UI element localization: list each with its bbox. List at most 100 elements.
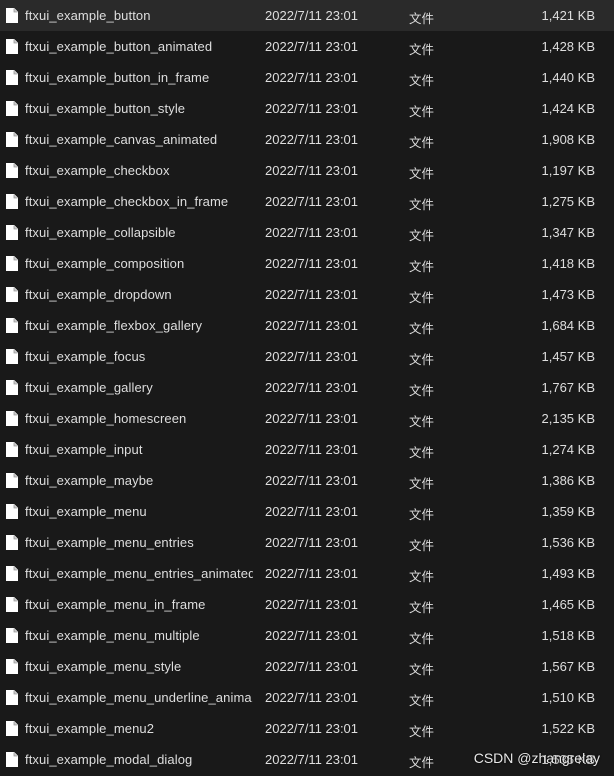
file-icon [6, 8, 18, 23]
file-icon [6, 659, 18, 674]
file-date: 2022/7/11 23:01 [265, 287, 359, 302]
file-name: ftxui_example_dropdown [25, 287, 172, 302]
file-row[interactable]: ftxui_example_button 2022/7/11 23:01 文件 1,4… [0, 0, 614, 31]
file-size: 1,440 KB [541, 70, 596, 85]
file-size: 2,135 KB [541, 411, 596, 426]
file-date: 2022/7/11 23:01 [265, 225, 359, 240]
file-type: 文件 [409, 569, 435, 584]
file-icon [6, 690, 18, 705]
file-size: 1,421 KB [541, 8, 596, 23]
file-name: ftxui_example_input [25, 442, 143, 457]
file-type: 文件 [409, 228, 435, 243]
file-row[interactable]: ftxui_example_checkbox 2022/7/11 23:01 文件 1… [0, 155, 614, 186]
file-list: ftxui_example_button 2022/7/11 23:01 文件 1,4… [0, 0, 614, 775]
file-row[interactable]: ftxui_example_gallery 2022/7/11 23:01 文件 1,… [0, 372, 614, 403]
file-row[interactable]: ftxui_example_composition 2022/7/11 23:01… [0, 248, 614, 279]
file-size: 1,386 KB [541, 473, 596, 488]
watermark: CSDN @zhangrelay [473, 750, 600, 766]
file-row[interactable]: ftxui_example_checkbox_in_frame 2022/7/11… [0, 186, 614, 217]
file-date: 2022/7/11 23:01 [265, 39, 359, 54]
file-icon [6, 752, 18, 767]
file-row[interactable]: ftxui_example_button_style 2022/7/11 23:0… [0, 93, 614, 124]
file-icon [6, 349, 18, 364]
file-size: 1,767 KB [541, 380, 596, 395]
file-date: 2022/7/11 23:01 [265, 690, 359, 705]
file-size: 1,493 KB [541, 566, 596, 581]
file-row[interactable]: ftxui_example_menu_underline_anima... 202… [0, 682, 614, 713]
file-type: 文件 [409, 693, 435, 708]
file-row[interactable]: ftxui_example_flexbox_gallery 2022/7/11 2… [0, 310, 614, 341]
file-size: 1,465 KB [541, 597, 596, 612]
file-size: 1,684 KB [541, 318, 596, 333]
file-date: 2022/7/11 23:01 [265, 442, 359, 457]
file-row[interactable]: ftxui_example_menu_entries 2022/7/11 23:0… [0, 527, 614, 558]
file-type: 文件 [409, 42, 435, 57]
file-size: 1,567 KB [541, 659, 596, 674]
file-date: 2022/7/11 23:01 [265, 504, 359, 519]
file-name: ftxui_example_collapsible [25, 225, 176, 240]
file-date: 2022/7/11 23:01 [265, 411, 359, 426]
file-row[interactable]: ftxui_example_button_animated 2022/7/11 2… [0, 31, 614, 62]
file-row[interactable]: ftxui_example_button_in_frame 2022/7/11 2… [0, 62, 614, 93]
file-size: 1,536 KB [541, 535, 596, 550]
file-date: 2022/7/11 23:01 [265, 163, 359, 178]
file-row[interactable]: ftxui_example_menu 2022/7/11 23:01 文件 1,359… [0, 496, 614, 527]
file-icon [6, 39, 18, 54]
file-type: 文件 [409, 135, 435, 150]
file-icon [6, 256, 18, 271]
file-size: 1,424 KB [541, 101, 596, 116]
file-date: 2022/7/11 23:01 [265, 132, 359, 147]
file-name: ftxui_example_button_in_frame [25, 70, 210, 85]
file-size: 1,518 KB [541, 628, 596, 643]
file-type: 文件 [409, 259, 435, 274]
file-name: ftxui_example_button [25, 8, 151, 23]
file-icon [6, 132, 18, 147]
file-name: ftxui_example_composition [25, 256, 185, 271]
file-size: 1,908 KB [541, 132, 596, 147]
file-icon [6, 566, 18, 581]
file-icon [6, 535, 18, 550]
file-size: 1,197 KB [541, 163, 596, 178]
file-row[interactable]: ftxui_example_focus 2022/7/11 23:01 文件 1,45… [0, 341, 614, 372]
file-name: ftxui_example_menu_multiple [25, 628, 200, 643]
file-row[interactable]: ftxui_example_input 2022/7/11 23:01 文件 1,27… [0, 434, 614, 465]
file-row[interactable]: ftxui_example_collapsible 2022/7/11 23:01… [0, 217, 614, 248]
file-size: 1,275 KB [541, 194, 596, 209]
file-icon [6, 163, 18, 178]
file-type: 文件 [409, 445, 435, 460]
file-row[interactable]: ftxui_example_menu_style 2022/7/11 23:01 文… [0, 651, 614, 682]
file-name: ftxui_example_modal_dialog [25, 752, 193, 767]
file-icon [6, 194, 18, 209]
file-row[interactable]: ftxui_example_menu_in_frame 2022/7/11 23:… [0, 589, 614, 620]
file-icon [6, 70, 18, 85]
file-row[interactable]: ftxui_example_homescreen 2022/7/11 23:01 文… [0, 403, 614, 434]
file-size: 1,428 KB [541, 39, 596, 54]
file-row[interactable]: ftxui_example_canvas_animated 2022/7/11 2… [0, 124, 614, 155]
file-type: 文件 [409, 383, 435, 398]
file-row[interactable]: ftxui_example_menu_multiple 2022/7/11 23:… [0, 620, 614, 651]
file-name: ftxui_example_maybe [25, 473, 154, 488]
file-name: ftxui_example_button_style [25, 101, 186, 116]
file-icon [6, 411, 18, 426]
file-name: ftxui_example_menu_entries_animated [25, 566, 253, 581]
file-name: ftxui_example_flexbox_gallery [25, 318, 203, 333]
file-row[interactable]: ftxui_example_menu_entries_animated 2022/… [0, 558, 614, 589]
file-icon [6, 473, 18, 488]
file-date: 2022/7/11 23:01 [265, 752, 359, 767]
file-icon [6, 318, 18, 333]
file-row[interactable]: ftxui_example_menu2 2022/7/11 23:01 文件 1,52… [0, 713, 614, 744]
file-size: 1,418 KB [541, 256, 596, 271]
file-date: 2022/7/11 23:01 [265, 473, 359, 488]
file-date: 2022/7/11 23:01 [265, 256, 359, 271]
file-row[interactable]: ftxui_example_maybe 2022/7/11 23:01 文件 1,38… [0, 465, 614, 496]
file-type: 文件 [409, 755, 435, 770]
file-date: 2022/7/11 23:01 [265, 70, 359, 85]
file-date: 2022/7/11 23:01 [265, 628, 359, 643]
file-row[interactable]: ftxui_example_dropdown 2022/7/11 23:01 文件 1… [0, 279, 614, 310]
file-type: 文件 [409, 414, 435, 429]
file-name: ftxui_example_menu [25, 504, 147, 519]
file-size: 1,522 KB [541, 721, 596, 736]
file-icon [6, 380, 18, 395]
file-icon [6, 721, 18, 736]
file-size: 1,347 KB [541, 225, 596, 240]
